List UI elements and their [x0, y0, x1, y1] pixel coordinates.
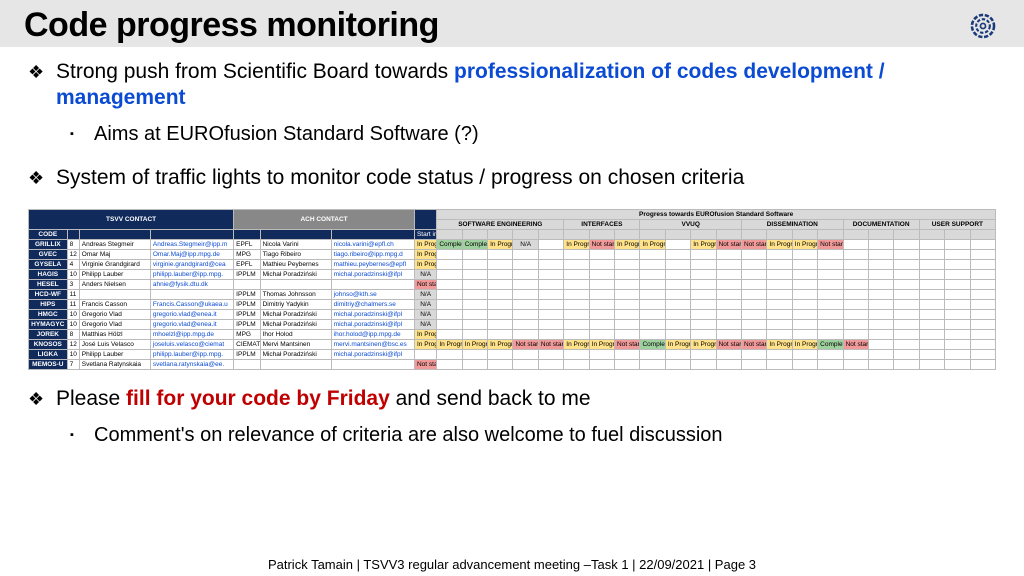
table-row: HMGC10Gregorio Vladgregorio.vlad@enea.it…	[29, 310, 996, 320]
slide-body: ❖ Strong push from Scientific Board towa…	[0, 47, 1024, 448]
table-row: HESEL3Anders Nielsenahnie@fysik.dtu.dkNo…	[29, 280, 996, 290]
bullet-2: ❖ System of traffic lights to monitor co…	[28, 165, 996, 191]
diamond-icon: ❖	[28, 59, 56, 111]
table-row: GYSELA4Virginie Grandgirardvirginie.gran…	[29, 260, 996, 270]
table-row: MEMOS-U7Svetlana Ratynskaiasvetlana.raty…	[29, 360, 996, 370]
bullet-1-pre: Strong push from Scientific Board toward…	[56, 60, 454, 83]
table-row: HAGIS10Philipp Lauberphilipp.lauber@ipp.…	[29, 270, 996, 280]
table-row: LIGKA10Philipp Lauberphilipp.lauber@ipp.…	[29, 350, 996, 360]
bullet-3-emph: fill for your code by Friday	[126, 387, 390, 410]
bullet-1-sub-1-text: Aims at EUROfusion Standard Software (?)	[94, 121, 479, 147]
table-row: HIPS11Francis CassonFrancis.Casson@ukaea…	[29, 300, 996, 310]
table-row: KNOSOS12José Luis Velascojoseluis.velasc…	[29, 340, 996, 350]
bullet-3-sub-1: ▪ Comment's on relevance of criteria are…	[70, 422, 996, 448]
title-bar: Code progress monitoring	[0, 0, 1024, 47]
slide-footer: Patrick Tamain | TSVV3 regular advanceme…	[0, 557, 1024, 572]
codes-status-table: TSVV CONTACTACH CONTACTProgress towards …	[28, 209, 996, 370]
page-title: Code progress monitoring	[24, 6, 439, 45]
table-row: HYMAGYC10Gregorio Vladgregorio.vlad@enea…	[29, 320, 996, 330]
bullet-3-sub-1-text: Comment's on relevance of criteria are a…	[94, 422, 723, 448]
table-row: HCD-WF11IPPLMThomas Johnssonjohnso@kth.s…	[29, 290, 996, 300]
bullet-1-sub-1: ▪ Aims at EUROfusion Standard Software (…	[70, 121, 996, 147]
bullet-1: ❖ Strong push from Scientific Board towa…	[28, 59, 996, 111]
diamond-icon: ❖	[28, 165, 56, 191]
table-row: GRILLIX8Andreas StegmeirAndreas.Stegmeir…	[29, 240, 996, 250]
bullet-3-pre: Please	[56, 387, 126, 410]
table-row: GVEC12Omar MajOmar.Maj@ipp.mpg.deMPGTiag…	[29, 250, 996, 260]
bullet-2-text: System of traffic lights to monitor code…	[56, 165, 744, 191]
eurofusion-logo-icon	[966, 9, 1000, 43]
bullet-3-post: and send back to me	[390, 387, 591, 410]
square-icon: ▪	[70, 422, 94, 448]
table-row: JOREK8Matthias Hölzlmhoelzl@ipp.mpg.deMP…	[29, 330, 996, 340]
diamond-icon: ❖	[28, 386, 56, 412]
bullet-3: ❖ Please fill for your code by Friday an…	[28, 386, 996, 412]
square-icon: ▪	[70, 121, 94, 147]
